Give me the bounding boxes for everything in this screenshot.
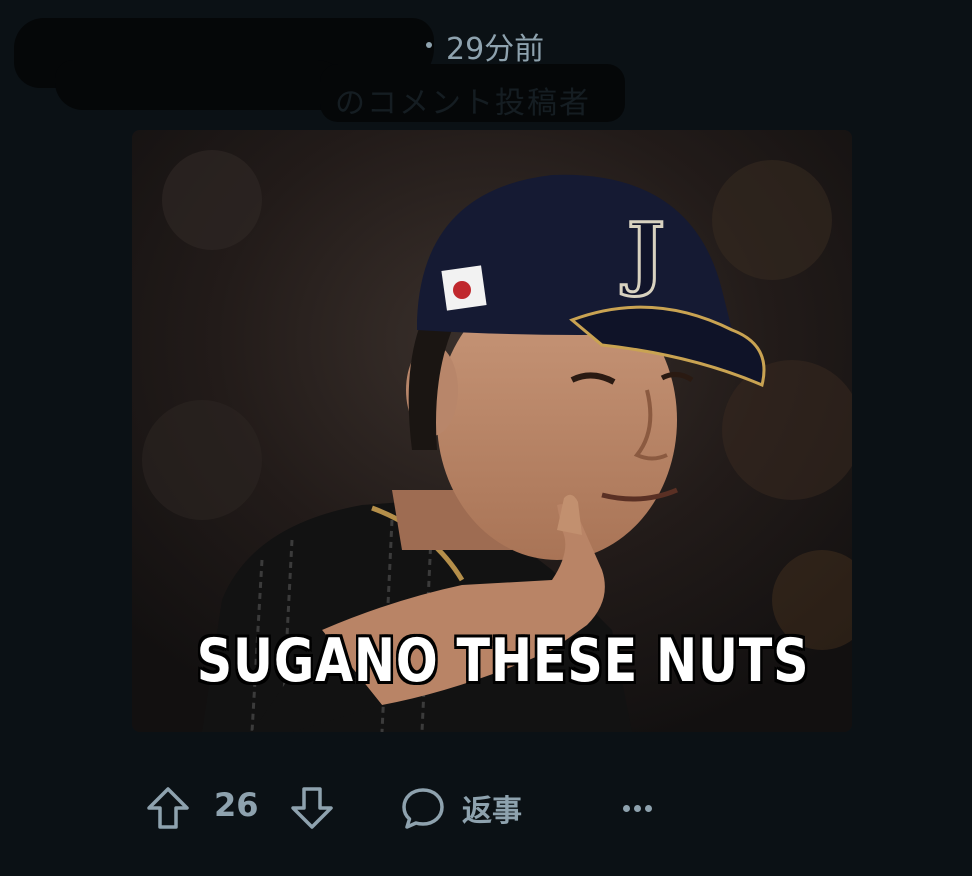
arrow-up-icon [147,787,189,829]
meme-caption: SUGANO THESE NUTS [196,626,810,696]
reply-label: 返事 [462,794,522,829]
arrow-down-icon [291,787,333,829]
timestamp: 29分前 [446,32,545,67]
ellipsis-icon [622,804,652,812]
vote-score: 26 [214,786,259,824]
cap-logo: J [621,205,665,299]
speech-bubble-icon [402,788,444,829]
comment-view: のコメント投稿者 29分前 J SUGANO THESE NUTS 26 返事 [0,0,972,876]
separator-dot [426,42,432,48]
reply-button[interactable]: 返事 [400,782,550,834]
post-image[interactable]: J SUGANO THESE NUTS [132,130,852,732]
downvote-button[interactable] [286,782,338,834]
redacted-avatar-area [55,60,345,110]
more-options-button[interactable] [612,782,662,834]
comment-header: のコメント投稿者 29分前 [0,0,972,128]
author-role-label: のコメント投稿者 [335,86,591,121]
comment-action-bar: 26 返事 [0,770,972,850]
upvote-button[interactable] [142,782,194,834]
